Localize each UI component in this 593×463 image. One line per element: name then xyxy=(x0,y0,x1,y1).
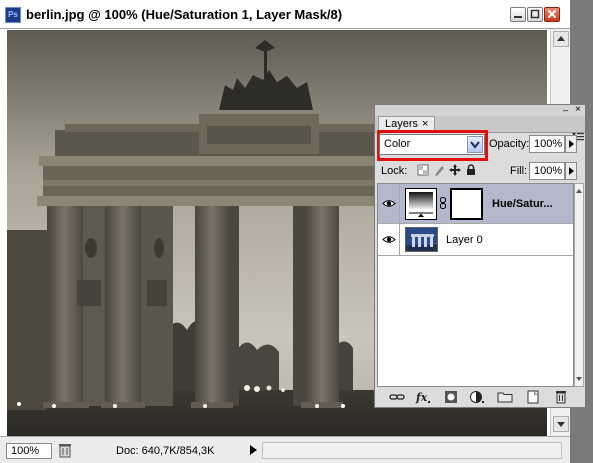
zoom-field[interactable]: 100% xyxy=(6,443,52,459)
panel-close-button[interactable]: × xyxy=(575,105,585,115)
triangle-right-icon xyxy=(569,140,574,148)
fx-icon[interactable]: fx xyxy=(415,390,431,404)
lock-all-icon[interactable] xyxy=(465,164,477,176)
maximize-button[interactable] xyxy=(527,7,543,22)
dropdown-arrow-button[interactable] xyxy=(467,136,483,153)
layer-name: Layer 0 xyxy=(446,234,483,246)
minimize-icon xyxy=(514,16,522,18)
fill-label: Fill: xyxy=(510,165,528,177)
delete-layer-icon[interactable] xyxy=(553,390,569,404)
scroll-up-button[interactable] xyxy=(553,31,569,47)
close-icon xyxy=(547,9,557,19)
close-button[interactable] xyxy=(544,7,560,22)
hue-saturation-icon xyxy=(409,192,433,217)
visibility-toggle[interactable] xyxy=(378,184,400,223)
lock-position-icon[interactable] xyxy=(449,164,461,176)
blend-mode-value: Color xyxy=(384,138,411,150)
scroll-down-button[interactable] xyxy=(553,416,569,432)
lock-transparency-icon[interactable] xyxy=(417,164,429,176)
lock-image-pixels-icon[interactable] xyxy=(433,164,445,176)
minimize-button[interactable] xyxy=(510,7,526,22)
layers-panel-footer: fx xyxy=(375,389,585,407)
triangle-right-icon xyxy=(569,167,574,175)
opacity-input[interactable]: 100% xyxy=(529,135,565,153)
tab-close-button[interactable]: × xyxy=(422,118,428,130)
layer-name: Hue/Satur... xyxy=(492,198,553,210)
new-group-icon[interactable] xyxy=(497,390,513,404)
panel-minimize-button[interactable]: – xyxy=(563,106,573,115)
adjustment-layer-thumbnail[interactable] xyxy=(405,188,437,220)
photoshop-icon: Ps xyxy=(5,7,21,23)
triangle-up-icon xyxy=(557,36,565,41)
layers-list: Hue/Satur... Layer 0 xyxy=(377,183,574,387)
svg-text:fx: fx xyxy=(415,391,428,404)
document-info: Doc: 640,7K/854,3K xyxy=(116,445,215,457)
document-titlebar[interactable]: Ps berlin.jpg @ 100% (Hue/Saturation 1, … xyxy=(0,0,570,29)
triangle-up-icon[interactable] xyxy=(575,186,583,196)
fill-input[interactable]: 100% xyxy=(529,162,565,180)
horizontal-scrollbar[interactable] xyxy=(262,442,562,459)
document-title: berlin.jpg @ 100% (Hue/Saturation 1, Lay… xyxy=(26,7,343,22)
opacity-label: Opacity: xyxy=(489,138,530,150)
tab-layers-label: Layers xyxy=(385,118,419,130)
trash-icon[interactable] xyxy=(58,443,72,458)
opacity-slider-button[interactable] xyxy=(565,135,577,153)
lock-label: Lock: xyxy=(381,165,408,177)
add-mask-icon[interactable] xyxy=(443,390,459,404)
triangle-down-icon[interactable] xyxy=(575,374,583,384)
play-icon[interactable] xyxy=(248,444,258,456)
chain-link-icon[interactable] xyxy=(440,197,446,209)
layer-row-hue-saturation[interactable]: Hue/Satur... xyxy=(378,184,573,224)
eye-icon xyxy=(382,200,396,207)
layers-panel: – × Layers × Color Opacity: 100% Lock: F… xyxy=(374,104,586,408)
status-bar: 100% Doc: 640,7K/854,3K xyxy=(0,436,570,463)
visibility-toggle[interactable] xyxy=(378,224,400,255)
layer-mask-thumbnail[interactable] xyxy=(450,188,483,220)
layer-row-layer-0[interactable]: Layer 0 xyxy=(378,224,573,256)
new-adjustment-icon[interactable] xyxy=(469,390,485,404)
photo-thumbnail-icon xyxy=(406,228,437,251)
chevron-down-icon xyxy=(470,141,480,149)
triangle-down-icon xyxy=(557,422,565,427)
layers-list-scrollbar[interactable] xyxy=(574,183,584,387)
eye-icon xyxy=(382,236,396,243)
blend-mode-select[interactable]: Color xyxy=(379,134,485,155)
maximize-icon xyxy=(530,9,540,19)
fill-slider-button[interactable] xyxy=(565,162,577,180)
layer-thumbnail[interactable] xyxy=(405,227,438,252)
link-icon[interactable] xyxy=(389,390,405,404)
new-layer-icon[interactable] xyxy=(525,390,541,404)
